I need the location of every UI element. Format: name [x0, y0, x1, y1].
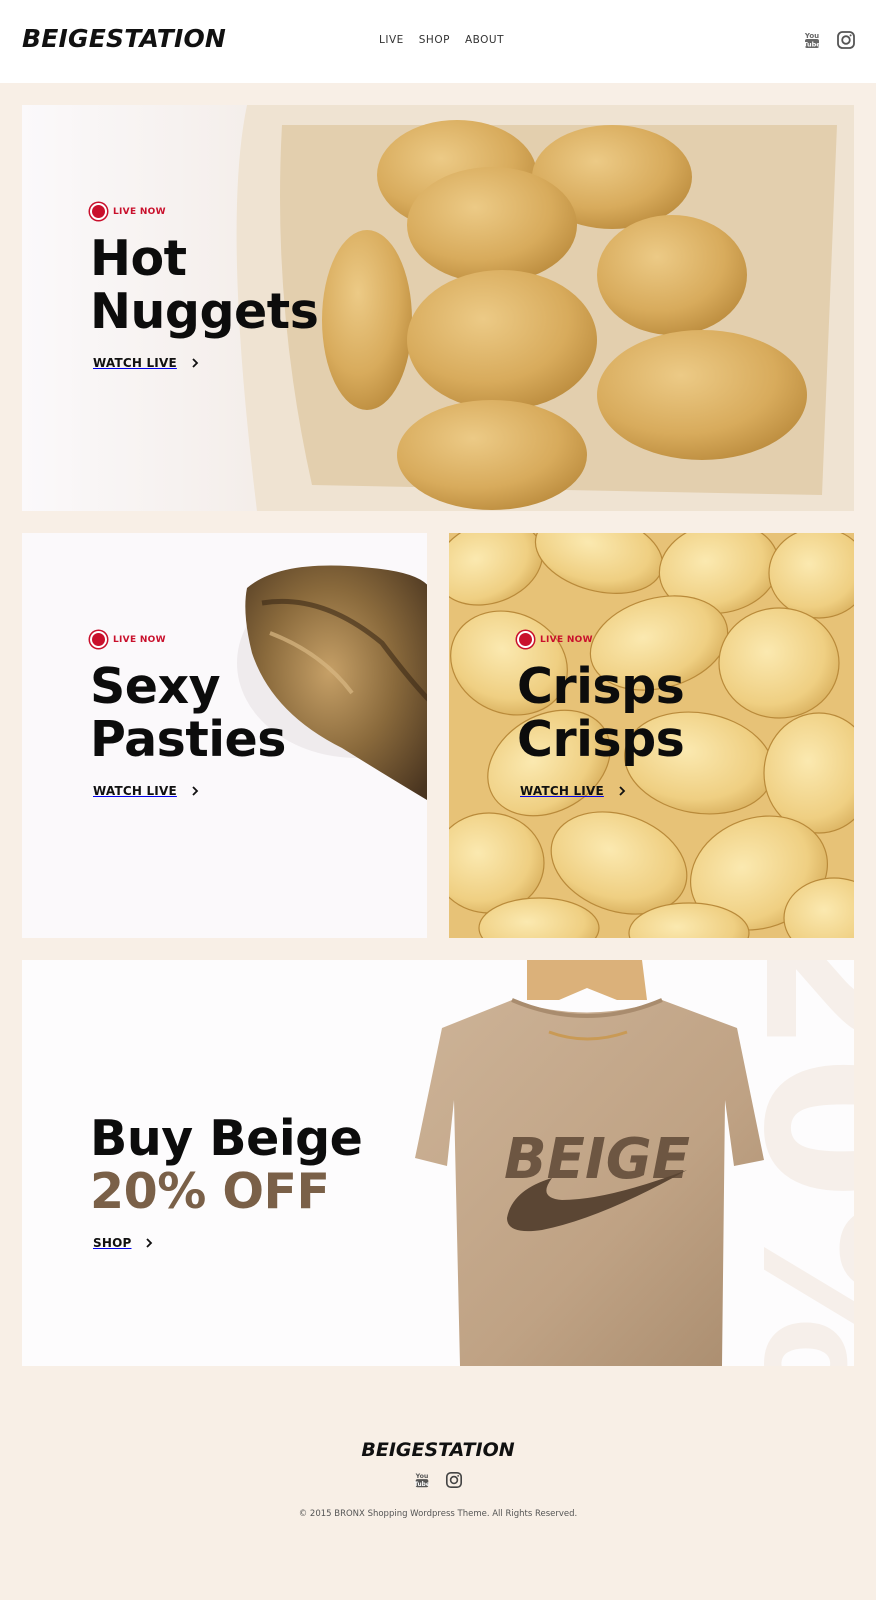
watch-live-label: WATCH LIVE: [93, 356, 177, 370]
card-title: Crisps Crisps: [517, 658, 685, 768]
youtube-icon[interactable]: You Tube: [413, 1471, 431, 1489]
live-label: LIVE NOW: [540, 634, 593, 645]
chevron-right-icon: [192, 358, 199, 368]
promo-content: Buy Beige 20% OFF SHOP: [90, 1100, 363, 1250]
watch-live-link[interactable]: WATCH LIVE: [93, 784, 286, 798]
chevron-right-icon: [192, 786, 199, 796]
header-social: You Tube: [802, 30, 856, 50]
title-line-2: Pasties: [90, 711, 286, 768]
title-line-2: Nuggets: [90, 283, 319, 340]
live-label: LIVE NOW: [113, 206, 166, 217]
site-logo[interactable]: BEIGESTATION: [22, 24, 226, 53]
shop-link[interactable]: SHOP: [93, 1236, 362, 1250]
site-header: BEIGESTATION LIVE SHOP ABOUT You Tube: [0, 0, 876, 83]
promo-title: Buy Beige 20% OFF: [90, 1110, 363, 1220]
svg-text:Tube: Tube: [803, 41, 821, 49]
hot-nuggets-content: LIVE NOW Hot Nuggets WATCH LIVE: [90, 203, 319, 370]
nav-live[interactable]: LIVE: [379, 34, 404, 46]
svg-text:Tube: Tube: [414, 1482, 430, 1488]
sexy-pasties-card[interactable]: LIVE NOW Sexy Pasties WATCH LIVE: [22, 533, 427, 938]
title-line-1: Sexy: [90, 658, 221, 715]
live-dot-icon: [90, 203, 107, 220]
sexy-pasties-content: LIVE NOW Sexy Pasties WATCH LIVE: [90, 631, 286, 798]
card-title: Sexy Pasties: [90, 660, 286, 766]
nav-shop[interactable]: SHOP: [419, 34, 450, 46]
promo-offer-text: 20% OFF: [90, 1163, 330, 1220]
promo-card[interactable]: 20% BEIGE Buy Beige 20% OFF SHOP: [22, 960, 854, 1366]
crisps-content: LIVE NOW Crisps Crisps WATCH LIVE: [517, 631, 685, 798]
footer-logo[interactable]: BEIGESTATION: [0, 1439, 876, 1461]
watch-live-link[interactable]: WATCH LIVE: [93, 356, 318, 370]
youtube-icon[interactable]: You Tube: [802, 30, 822, 50]
live-indicator: LIVE NOW: [90, 203, 318, 220]
title-line-1: Hot: [90, 230, 187, 287]
svg-text:You: You: [804, 32, 819, 40]
footer-social: You Tube: [0, 1471, 876, 1489]
live-dot-icon: [90, 631, 107, 648]
live-label: LIVE NOW: [113, 634, 166, 645]
nav-about[interactable]: ABOUT: [465, 34, 504, 46]
main-nav: LIVE SHOP ABOUT: [379, 34, 504, 46]
live-indicator: LIVE NOW: [517, 631, 684, 648]
copyright-text: © 2015 BRONX Shopping Wordpress Theme. A…: [298, 1509, 578, 1519]
card-title: Hot Nuggets: [90, 230, 319, 340]
instagram-icon[interactable]: [445, 1471, 463, 1489]
watch-live-label: WATCH LIVE: [93, 784, 177, 798]
title-line-2: Crisps: [517, 711, 685, 768]
promo-title-text: Buy Beige: [90, 1110, 363, 1167]
live-indicator: LIVE NOW: [90, 631, 286, 648]
chevron-right-icon: [146, 1238, 153, 1248]
title-line-1: Crisps: [517, 658, 685, 715]
chevron-right-icon: [619, 786, 626, 796]
live-dot-icon: [517, 631, 534, 648]
watch-live-link[interactable]: WATCH LIVE: [520, 784, 684, 798]
crisps-card[interactable]: LIVE NOW Crisps Crisps WATCH LIVE: [449, 533, 854, 938]
hot-nuggets-card[interactable]: LIVE NOW Hot Nuggets WATCH LIVE: [22, 105, 854, 511]
site-footer: BEIGESTATION You Tube © 2015 BRONX Shopp…: [0, 1367, 876, 1519]
shop-label: SHOP: [93, 1236, 132, 1250]
watch-live-label: WATCH LIVE: [520, 784, 604, 798]
instagram-icon[interactable]: [836, 30, 856, 50]
